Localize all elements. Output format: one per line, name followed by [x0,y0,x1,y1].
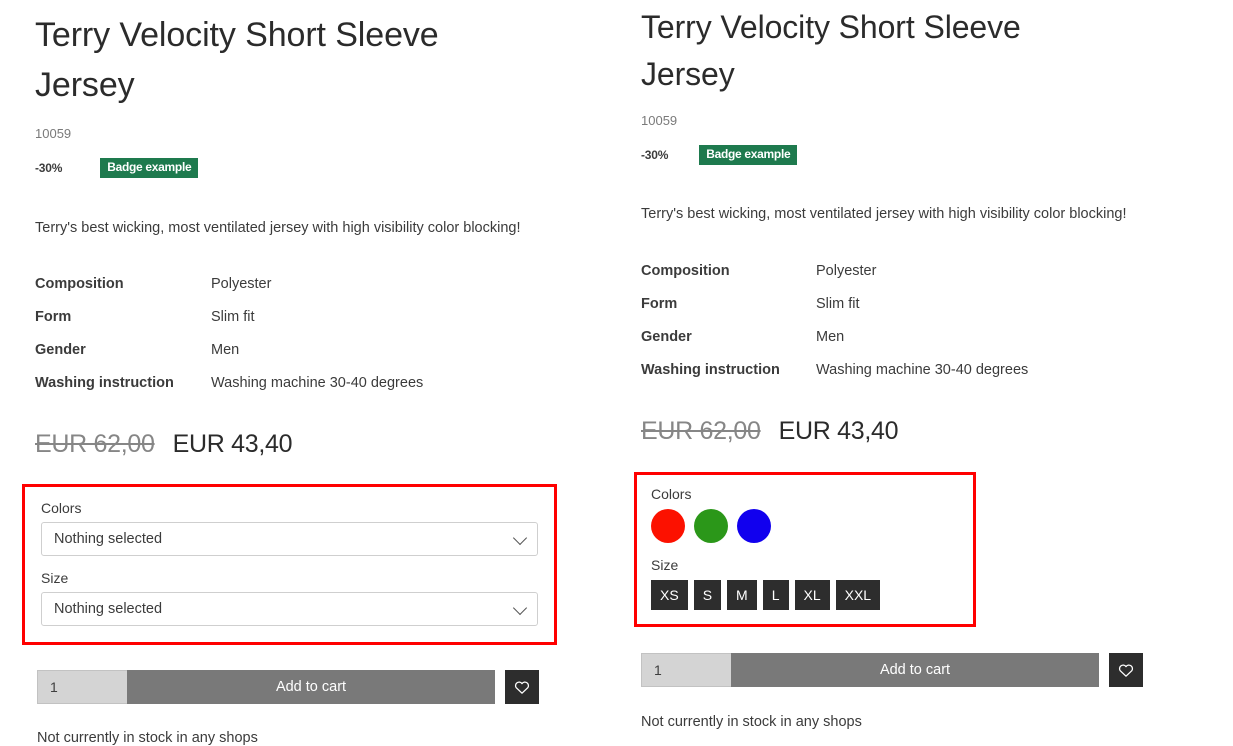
color-swatch-red[interactable] [651,509,685,543]
table-row: Form Slim fit [641,296,1028,329]
discount-badge: -30% [641,148,669,162]
promo-badge: Badge example [100,158,199,178]
spec-label: Composition [35,276,124,292]
product-description: Terry's best wicking, most ventilated je… [641,206,1127,222]
chevron-down-icon [512,600,528,616]
cart-row: Add to cart [37,670,608,704]
page-root: Terry Velocity Short Sleeve Jersey 10059… [0,0,1233,746]
product-options-box: Colors Nothing selected Size Nothing sel… [22,484,557,645]
product-sku: 10059 [35,126,72,141]
quantity-stepper[interactable] [37,670,127,704]
price-original: EUR 62,00 [35,430,155,458]
color-swatch-green[interactable] [694,509,728,543]
spec-value: Polyester [816,263,877,279]
spec-label: Washing instruction [641,362,780,378]
promo-badge: Badge example [699,145,798,165]
size-button-l[interactable]: L [762,580,789,610]
cart-row: Add to cart [641,653,1233,687]
spec-label: Form [641,296,678,312]
size-button-xl[interactable]: XL [794,580,830,610]
table-row: Washing instruction Washing machine 30-4… [641,362,1028,395]
price-original: EUR 62,00 [641,417,761,445]
stock-status-note: Not currently in stock in any shops [37,730,258,746]
spec-value: Polyester [211,276,272,292]
quantity-stepper[interactable] [641,653,731,687]
badge-row: -30% Badge example [35,158,608,178]
size-button-m[interactable]: M [727,580,757,610]
size-button-xs[interactable]: XS [651,580,688,610]
size-select-value: Nothing selected [54,601,163,617]
add-to-cart-button[interactable]: Add to cart [127,670,495,704]
wishlist-button[interactable] [1109,653,1143,687]
color-swatch-row [651,509,959,543]
product-description: Terry's best wicking, most ventilated je… [35,220,521,236]
badge-row: -30% Badge example [641,145,1233,165]
price-current: EUR 43,40 [778,417,899,445]
size-button-xxl[interactable]: XXL [835,580,881,610]
size-button-s[interactable]: S [693,580,722,610]
table-row: Composition Polyester [641,263,1028,296]
add-to-cart-button[interactable]: Add to cart [731,653,1099,687]
price-row: EUR 62,00 EUR 43,40 [641,417,1233,446]
table-row: Washing instruction Washing machine 30-4… [35,375,423,408]
size-button-row: XS S M L XL XXL [651,580,959,610]
page-title: Terry Velocity Short Sleeve Jersey [641,9,1021,92]
specification-table: Composition Polyester Form Slim fit Gend… [35,276,423,408]
size-label: Size [41,570,69,586]
spec-label: Gender [35,342,86,358]
product-panel-dropdown-variant: Terry Velocity Short Sleeve Jersey 10059… [0,0,608,746]
chevron-down-icon [512,530,528,546]
spec-value: Washing machine 30-40 degrees [816,362,1029,378]
discount-badge: -30% [35,161,63,175]
page-title: Terry Velocity Short Sleeve Jersey [35,16,439,104]
spec-label: Composition [641,263,730,279]
colors-select[interactable]: Nothing selected [41,522,538,556]
size-label: Size [651,557,679,573]
spec-label: Form [35,309,72,325]
spec-value: Slim fit [211,309,255,325]
table-row: Composition Polyester [35,276,423,309]
colors-select-value: Nothing selected [54,531,163,547]
table-row: Gender Men [35,342,423,375]
heart-icon [1118,663,1134,678]
colors-label: Colors [651,486,692,502]
spec-value: Men [211,342,240,358]
price-current: EUR 43,40 [172,430,293,458]
wishlist-button[interactable] [505,670,539,704]
spec-label: Gender [641,329,692,345]
table-row: Gender Men [641,329,1028,362]
spec-value: Men [816,329,845,345]
size-select[interactable]: Nothing selected [41,592,538,626]
product-sku: 10059 [641,113,678,128]
heart-icon [514,680,530,695]
table-row: Form Slim fit [35,309,423,342]
specification-table: Composition Polyester Form Slim fit Gend… [641,263,1028,395]
price-row: EUR 62,00 EUR 43,40 [35,430,608,459]
color-swatch-blue[interactable] [737,509,771,543]
spec-label: Washing instruction [35,375,174,391]
spec-value: Slim fit [816,296,860,312]
colors-label: Colors [41,500,82,516]
product-options-box: Colors Size XS S M L XL XXL [634,472,976,627]
spec-value: Washing machine 30-40 degrees [211,375,424,391]
product-panel-swatch-variant: Terry Velocity Short Sleeve Jersey 10059… [608,0,1233,730]
